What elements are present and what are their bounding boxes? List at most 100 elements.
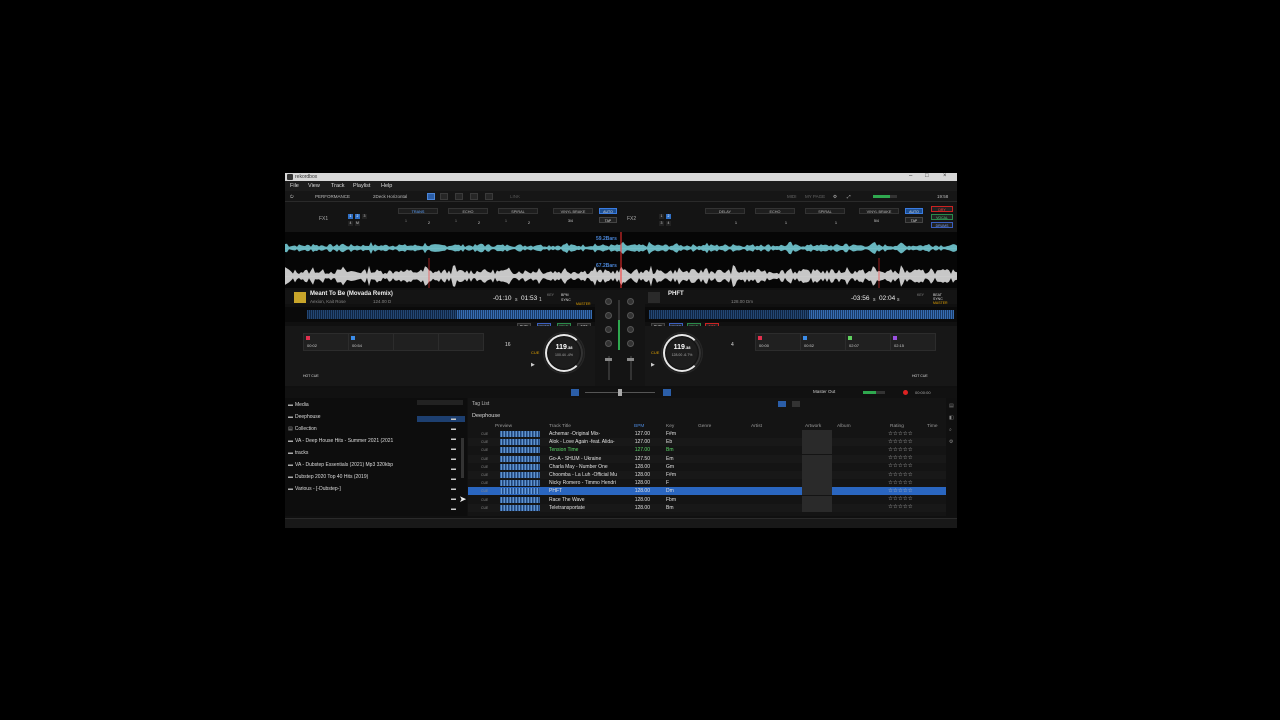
deck2-hotcue-c[interactable]: 02:07 [845, 333, 891, 351]
tree-folder-various[interactable]: ▬ Various - [-Dubstep-] [288, 486, 341, 492]
table-row[interactable]: CUE Nicky Romero - Timmo Hendri 128.00 F ☆☆☆… [468, 479, 946, 488]
menu-file[interactable]: File [290, 183, 299, 189]
preview-waveform[interactable] [500, 488, 540, 495]
folder-icon[interactable]: ▬ [451, 426, 456, 432]
deck1-hotcue-a[interactable]: 00:02 [303, 333, 349, 351]
sidebar-tool-icon[interactable]: ⚙ [949, 439, 953, 445]
tree-tools[interactable] [417, 400, 463, 405]
folder-icon[interactable]: ▬ [451, 446, 456, 452]
sidebar-tool-icon[interactable]: ⌕ [949, 427, 952, 433]
fx1-deck-m[interactable]: M [355, 221, 360, 226]
crossfader[interactable] [618, 389, 622, 396]
tree-scrollbar[interactable] [461, 438, 464, 478]
deck1-hotcue-c[interactable] [393, 333, 439, 351]
col-time[interactable]: Time [927, 424, 937, 429]
deck2-hotcue-a[interactable]: 00:00 [755, 333, 801, 351]
browse-view-button[interactable] [427, 193, 435, 200]
view-toggle-button[interactable] [778, 401, 786, 407]
folder-icon[interactable]: ▬ [451, 486, 456, 492]
folder-icon[interactable]: ▬ [451, 466, 456, 472]
track-rating[interactable]: ☆☆☆☆☆ [888, 455, 913, 461]
fx2-deck-2[interactable]: 2 [666, 214, 671, 219]
vocal-button[interactable]: VOCAL [931, 214, 953, 220]
track-rating[interactable]: ☆☆☆☆☆ [888, 496, 913, 502]
deck1-cue-button[interactable]: CUE [531, 350, 539, 355]
ch2-mid-knob[interactable] [627, 326, 634, 333]
table-row[interactable]: CUE Tension Time 127.00 Bm ☆☆☆☆☆ [468, 446, 946, 455]
deck2-play-icon[interactable]: ▶ [651, 362, 655, 368]
list-view-button[interactable] [792, 401, 800, 407]
tag-list-button[interactable]: Tag List [472, 401, 489, 407]
folder-icon[interactable]: ▬ [451, 436, 456, 442]
ch1-trim-knob[interactable] [605, 298, 612, 305]
col-album[interactable]: Album [837, 424, 851, 429]
col-track-title[interactable]: Track Title [549, 424, 571, 429]
preview-waveform[interactable] [500, 504, 540, 511]
menu-track[interactable]: Track [331, 183, 345, 189]
fx2-deck-4[interactable]: 4 [666, 221, 671, 226]
table-row[interactable]: CUE Achemar -Original Mix- 127.00 F#m ☆☆☆☆☆ [468, 430, 946, 438]
settings-icon[interactable]: ⚙ [833, 194, 837, 200]
maximize-icon[interactable]: □ [925, 173, 929, 179]
tree-tracks[interactable]: ▬ tracks [288, 450, 308, 456]
col-bpm[interactable]: BPM [634, 424, 644, 429]
tree-folder-dubstep-2020[interactable]: ▬ Dubstep 2020 Top 40 Hits (2019) [288, 474, 368, 480]
folder-icon[interactable]: ▬ [451, 506, 456, 512]
track-rating[interactable]: ☆☆☆☆☆ [888, 463, 913, 469]
preview-waveform[interactable] [500, 455, 540, 462]
fx2-slot-2[interactable]: ECHO [755, 208, 795, 214]
ch2-low-knob[interactable] [627, 340, 634, 347]
folder-icon[interactable]: ▬ [451, 476, 456, 482]
sidebar-tool-icon[interactable]: ▤ [949, 403, 954, 409]
fx2-slot-3[interactable]: SPIRAL [805, 208, 845, 214]
tree-media[interactable]: ▬ Media [288, 402, 309, 408]
fx2-auto-button[interactable]: AUTO [905, 208, 923, 214]
table-row[interactable]: CUE Choomba - La Luh -Official Mu 128.00 F#… [468, 471, 946, 479]
ch1-low-knob[interactable] [605, 340, 612, 347]
table-row[interactable]: CUE Teletransportate 128.00 Bm ☆☆☆☆☆ [468, 503, 946, 512]
layout-button-3[interactable] [485, 193, 493, 200]
fx2-slot-1[interactable]: DELAY [705, 208, 745, 214]
midi-button[interactable]: MIDI [787, 194, 797, 199]
tree-deephouse[interactable]: ▬ Deephouse [288, 414, 321, 420]
tree-folder-va-deephouse[interactable]: ▬ VA - Deep House Hits - Summer 2021 (202… [288, 438, 393, 444]
ch2-fader[interactable] [627, 358, 634, 361]
fx1-deck-2[interactable]: 2 [355, 214, 360, 219]
col-genre[interactable]: Genre [698, 424, 711, 429]
ch1-mid-knob[interactable] [605, 326, 612, 333]
deck2-jog-wheel[interactable]: 119.38 128.00 -6.7% [661, 332, 703, 374]
fx1-tap-button[interactable]: TAP [599, 217, 617, 223]
fx1-deck-1[interactable]: 1 [348, 214, 353, 219]
preview-waveform[interactable] [500, 463, 540, 470]
track-rating[interactable]: ☆☆☆☆☆ [888, 447, 913, 453]
deck1-hotcue-b[interactable]: 00:54 [348, 333, 394, 351]
preview-waveform[interactable] [500, 480, 540, 487]
preview-waveform[interactable] [500, 472, 540, 478]
my-page-button[interactable]: MY PAGE [805, 194, 825, 199]
fx1-slot-3[interactable]: SPIRAL [498, 208, 538, 214]
table-row[interactable]: CUE Alok - Love Again -feat. Alida- 127.00… [468, 438, 946, 447]
expand-icon[interactable]: ⤢ [847, 194, 851, 199]
link-button[interactable]: LINK [510, 194, 520, 199]
deck1-hotcue-d[interactable] [438, 333, 484, 351]
fx2-deck-3[interactable]: 3 [659, 221, 664, 226]
track-rating[interactable]: ☆☆☆☆☆ [888, 431, 913, 437]
deck2-beat-jump[interactable]: 4 [731, 342, 734, 348]
fx2-deck-1[interactable]: 1 [659, 214, 664, 219]
table-row[interactable]: CUE PHFT 128.00 Dm ☆☆☆☆☆ [468, 487, 946, 496]
tree-folder-va-dubstep[interactable]: ▬ VA - Dubstep Essentials (2021) Mp3 320k… [288, 462, 393, 468]
power-icon[interactable]: ⏻ [290, 194, 294, 199]
preview-waveform[interactable] [500, 431, 540, 437]
ch1-cue-button[interactable] [571, 389, 579, 396]
deck1-sync-button[interactable]: SYNC [561, 298, 571, 302]
col-preview[interactable]: Preview [495, 424, 512, 429]
col-rating[interactable]: Rating [890, 424, 904, 429]
track-rating[interactable]: ☆☆☆☆☆ [888, 472, 913, 478]
ch1-fader[interactable] [605, 358, 612, 361]
ch2-high-knob[interactable] [627, 312, 634, 319]
layout-select[interactable]: 2Deck Horizontal [373, 194, 407, 199]
ch2-trim-knob[interactable] [627, 298, 634, 305]
fx1-slot-1[interactable]: TRANS [398, 208, 438, 214]
fx1-vinyl-brake[interactable]: VINYL BRAKE [553, 208, 593, 214]
ch1-high-knob[interactable] [605, 312, 612, 319]
